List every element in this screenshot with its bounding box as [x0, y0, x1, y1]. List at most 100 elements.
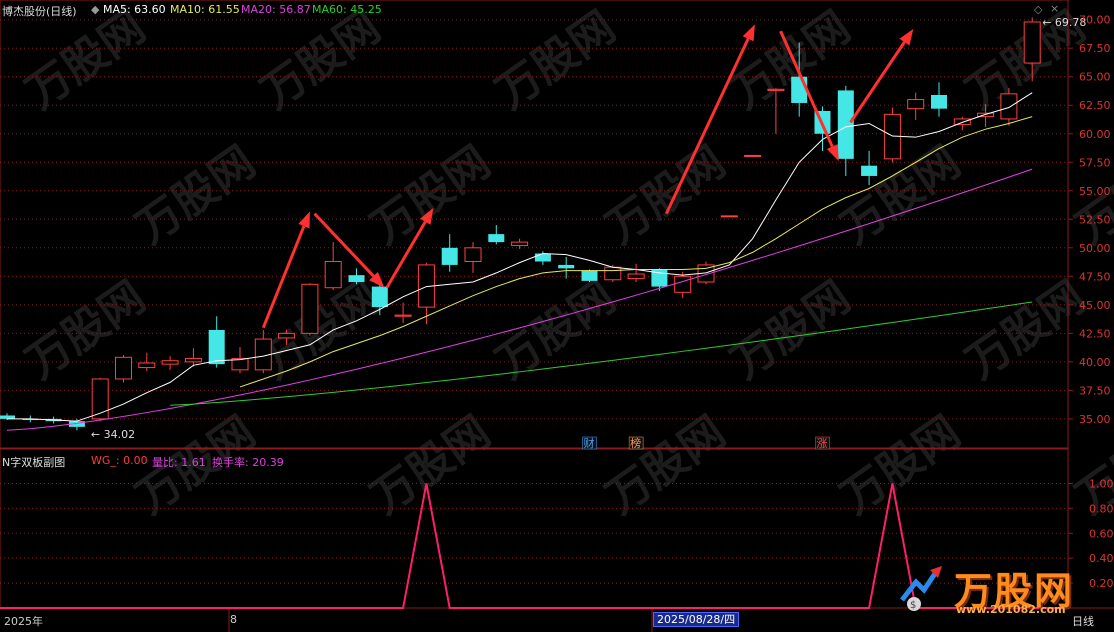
main-ytick-label: 67.50: [1079, 42, 1111, 55]
candle-body: [674, 275, 692, 293]
ma5-readout: ◆ MA5: 63.60: [91, 3, 166, 16]
ma5-value: MA5: 63.60: [102, 3, 166, 16]
event-badge-label: 财: [584, 436, 595, 450]
main-ytick-label: 52.50: [1079, 213, 1111, 226]
sub-ytick-label: 0.80: [1089, 502, 1114, 515]
candle-body: [627, 273, 645, 280]
candle: [744, 154, 762, 157]
trend-arrow-head: [899, 28, 914, 46]
sub-ytick-label: 0.60: [1089, 527, 1114, 540]
close-icon[interactable]: ×: [1050, 2, 1059, 15]
chart-title: 博杰股份(日线): [2, 5, 77, 18]
watermark-site: www.201082.com: [956, 603, 1066, 616]
candle: [627, 263, 645, 283]
candle: [208, 316, 225, 368]
watermark-tile: 万股网: [127, 137, 264, 254]
candle: [394, 302, 412, 324]
candle-body: [441, 247, 458, 265]
stock-chart: 万股网 万股网 万股网 万股网万股网 万股网 万股网 万股网 万股网万股网 万股网 万股网 万股网万…: [0, 0, 1114, 632]
ma60-readout: MA60: 45.25: [312, 3, 382, 16]
candle-body: [907, 99, 925, 110]
candle: [931, 82, 947, 117]
watermark-tile: 万股网: [957, 272, 1094, 389]
candle: [511, 238, 529, 249]
watermark-tile: 万股网: [362, 137, 499, 254]
main-ytick-label: 45.00: [1079, 299, 1111, 312]
watermark-tile: 万股网: [17, 2, 154, 119]
candle-body: [791, 76, 808, 103]
candle-body: [115, 356, 132, 380]
candle-body: [138, 362, 156, 369]
main-ytick-label: 47.50: [1079, 270, 1111, 283]
candle: [953, 116, 971, 131]
main-ytick-label: 57.50: [1079, 156, 1111, 169]
candle: [488, 225, 505, 245]
candle-body: [581, 270, 598, 281]
candle: [115, 355, 132, 383]
bull-arrow-icon: $: [896, 560, 948, 612]
main-ytick-label: 50.00: [1079, 242, 1111, 255]
event-badge-label: 榜: [630, 436, 641, 450]
candle-body: [348, 275, 365, 283]
diamond-icon[interactable]: ◇: [1034, 3, 1042, 16]
trend-arrow-shaft: [261, 225, 306, 329]
candle-body: [534, 253, 551, 262]
main-ytick-label: 42.50: [1079, 327, 1111, 340]
main-ytick-label: 40.00: [1079, 356, 1111, 369]
main-ytick-label: 70.00: [1079, 14, 1111, 27]
low-price-label: ← 34.02: [91, 428, 135, 441]
candle-body: [301, 283, 319, 334]
candle: [441, 234, 458, 272]
candle-body: [184, 357, 202, 363]
main-ytick-label: 35.00: [1079, 413, 1111, 426]
candle-body: [953, 118, 971, 126]
candle: [581, 269, 598, 283]
candle: [720, 215, 738, 218]
svg-text:$: $: [910, 600, 916, 611]
sub-ytick-label: 1.00: [1089, 477, 1114, 490]
main-ytick-label: 37.50: [1079, 384, 1111, 397]
watermark-logo: $ 万股网 www.201082.com: [896, 550, 1110, 620]
candle: [348, 268, 365, 285]
main-ytick-label: 60.00: [1079, 128, 1111, 141]
candle-body: [464, 247, 482, 262]
candle-body: [837, 90, 854, 159]
candle-body: [278, 332, 296, 339]
candle: [674, 271, 692, 298]
main-ytick-label: 65.00: [1079, 71, 1111, 84]
trend-arrow-shaft: [849, 41, 906, 124]
crosshair-date-box: 2025/08/28/四: [653, 612, 740, 627]
candle: [907, 92, 925, 121]
ma10-readout: MA10: 61.55: [170, 3, 240, 16]
watermark-tile: 万股网: [832, 407, 969, 524]
year-label: 2025年: [4, 615, 43, 628]
trend-arrow-shaft: [313, 212, 375, 278]
candle-body: [208, 329, 225, 365]
candle-body: [1023, 21, 1041, 64]
liangbi-readout: 量比: 1.61: [152, 456, 206, 469]
watermark-tile: 万股网: [17, 272, 154, 389]
watermark-tile: 万股网: [597, 137, 734, 254]
candle-body: [0, 415, 15, 419]
main-ytick-label: 62.50: [1079, 99, 1111, 112]
watermark-tile: 万股网: [252, 2, 389, 119]
candle: [161, 356, 179, 370]
candle-body: [720, 215, 738, 218]
candle: [324, 242, 342, 291]
candle-body: [161, 360, 179, 365]
trend-arrow-head: [742, 24, 755, 42]
candle-body: [558, 264, 575, 269]
trend-arrow-head: [826, 144, 839, 162]
candle-body: [488, 234, 505, 243]
candle-body: [511, 241, 529, 247]
candle: [883, 107, 901, 163]
candle-body: [767, 88, 785, 91]
candle: [301, 283, 319, 336]
candle-body: [324, 260, 342, 289]
watermark-tile: 万股网: [487, 272, 624, 389]
watermark-tile: 万股网: [597, 407, 734, 524]
candle-body: [861, 165, 878, 176]
watermark-tile: 万股网: [252, 272, 389, 389]
candle: [417, 262, 435, 325]
event-badge-label: 涨: [817, 437, 828, 450]
